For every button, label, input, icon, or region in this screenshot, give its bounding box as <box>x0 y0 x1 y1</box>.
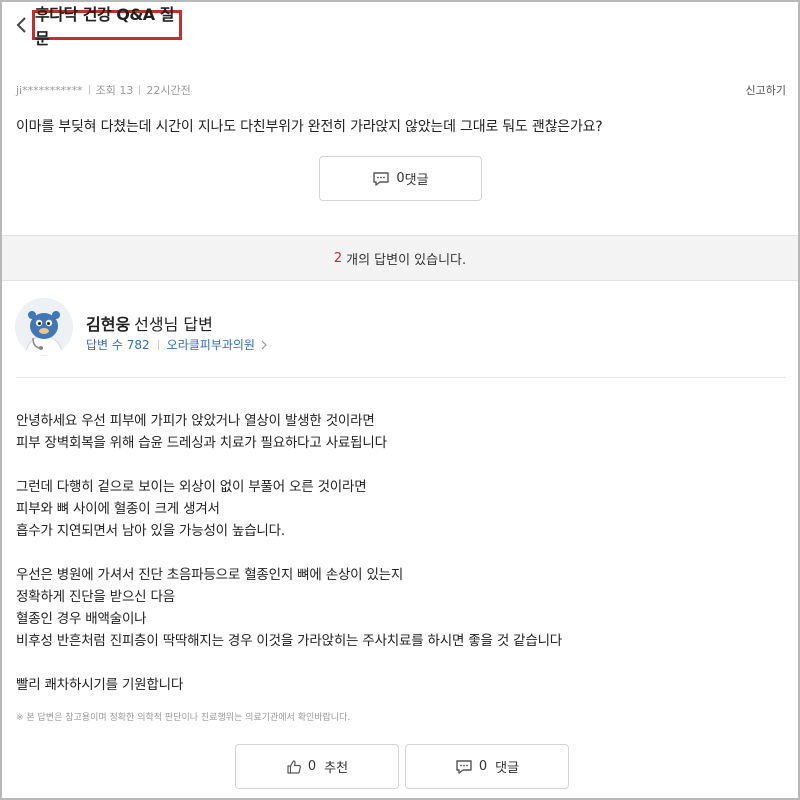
comment-count: 0 <box>396 171 405 186</box>
doctor-name-line: 김현웅 선생님 답변 <box>86 311 213 335</box>
answer-line: 비후성 반흔처럼 진피층이 딱딱해지는 경우 이것을 가라앉히는 주사치료를 하… <box>16 633 563 649</box>
answer-line: 그런데 다행히 겉으로 보이는 외상이 없이 부풀어 오른 것이라면 <box>16 479 367 495</box>
answer-count-text: 개의 답변이 있습니다. <box>346 252 467 268</box>
question-meta: ji*********** 조회 13 22시간전 <box>16 82 191 98</box>
author-id: ji*********** <box>16 83 83 97</box>
speech-bubble-icon <box>455 759 473 775</box>
header: 후다닥 건강 Q&A 질문 <box>2 2 798 48</box>
thumbs-up-icon <box>286 759 302 775</box>
speech-bubble-icon <box>372 171 390 187</box>
page-frame: 후다닥 건강 Q&A 질문 ji*********** 조회 13 22시간전 … <box>0 0 800 800</box>
divider <box>157 339 159 350</box>
answer-line: 피부 장벽회복을 위해 습윤 드레싱과 치료가 필요하다고 사료됩니다 <box>16 435 387 451</box>
comment-label: 댓글 <box>495 761 520 776</box>
answer-comment-button[interactable]: 0 댓글 <box>405 744 569 789</box>
question-text: 이마를 부딪혀 다쳤는데 시간이 지나도 다친부위가 완전히 가라앉지 않았는데… <box>16 119 603 135</box>
like-label: 추천 <box>324 761 349 776</box>
divider <box>139 85 141 95</box>
answer-count-banner: 2 개의 답변이 있습니다. <box>2 235 798 281</box>
answer-count: 2 <box>333 250 343 266</box>
answer-line: 안녕하세요 우선 피부에 가피가 앉았거나 열상이 발생한 것이라면 <box>16 413 375 429</box>
chevron-left-icon <box>16 17 26 33</box>
answer-line: 흡수가 지연되면서 남아 있을 가능성이 높습니다. <box>16 523 285 539</box>
answer-body: 안녕하세요 우선 피부에 가피가 앉았거나 열상이 발생한 것이라면피부 장벽회… <box>16 410 776 696</box>
back-button[interactable] <box>12 13 34 37</box>
answer-line: 정확하게 진단을 받으신 다음 <box>16 589 175 605</box>
chevron-right-icon <box>261 340 267 349</box>
page-title: 후다닥 건강 Q&A 질문 <box>32 5 182 48</box>
answer-line: 피부와 뼈 사이에 혈종이 크게 생겨서 <box>16 501 220 517</box>
comment-label: 댓글 <box>404 173 429 188</box>
comment-count: 0 <box>478 759 488 774</box>
like-button[interactable]: 0 추천 <box>235 744 399 789</box>
like-count: 0 <box>307 759 317 774</box>
doctor-avatar[interactable] <box>15 298 73 356</box>
doctor-answer-count: 답변 수 782 <box>86 338 150 352</box>
divider <box>88 85 90 95</box>
report-link[interactable]: 신고하기 <box>746 82 786 98</box>
view-count: 조회 13 <box>95 84 134 97</box>
post-time: 22시간전 <box>146 84 191 97</box>
question-comment-button[interactable]: 0 댓글 <box>319 156 482 201</box>
disclaimer: ※ 본 답변은 참고용이며 정확한 의학적 판단이나 진료행위는 의료기관에서 … <box>16 713 351 723</box>
doctor-name: 김현웅 <box>86 315 131 334</box>
answer-line: 빨리 쾌차하시기를 기원합니다 <box>16 677 184 693</box>
clinic-link[interactable]: 오라클피부과의원 <box>167 336 255 353</box>
answer-line: 우선은 병원에 가셔서 진단 초음파등으로 혈종인지 뼈에 손상이 있는지 <box>16 567 404 583</box>
doctor-info: 답변 수 782 오라클피부과의원 <box>86 336 269 353</box>
answer-line: 혈종인 경우 배액술이나 <box>16 611 147 627</box>
doctor-suffix: 선생님 답변 <box>134 315 213 334</box>
divider-line <box>16 377 786 378</box>
